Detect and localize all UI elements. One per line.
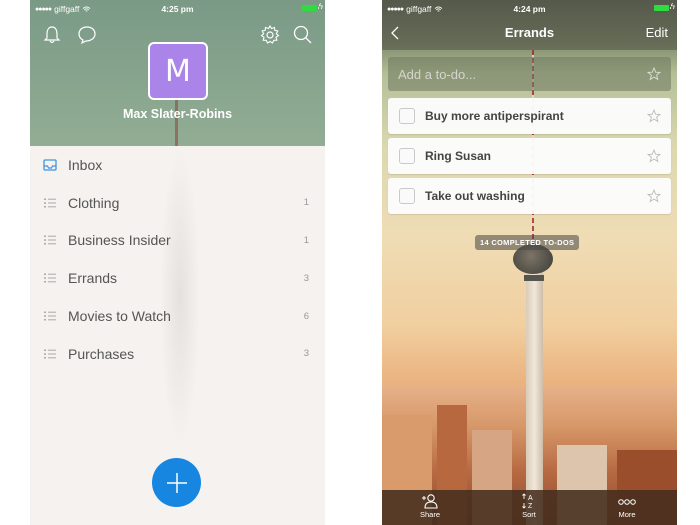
todo-item[interactable]: Take out washing: [388, 178, 671, 214]
sort-az-icon: A Z: [522, 493, 533, 509]
star-icon[interactable]: [647, 149, 661, 163]
svg-text:Z: Z: [528, 503, 533, 509]
star-icon[interactable]: [647, 109, 661, 123]
status-bar: ●●●●● giffgaff 4:25 pm ϟ: [30, 0, 325, 16]
share-label: Share: [419, 510, 440, 519]
chat-bubble-icon[interactable]: [76, 24, 98, 46]
list-icon: [44, 235, 56, 245]
sort-button[interactable]: A Z Sort: [499, 493, 559, 519]
list-item-movies-to-watch[interactable]: Movies to Watch 6: [30, 297, 325, 335]
list-label: Inbox: [68, 156, 103, 173]
bottom-toolbar: Share A Z Sort More: [382, 490, 677, 525]
list-icon: [44, 273, 56, 283]
list-count: 1: [303, 197, 309, 209]
list-label: Business Insider: [68, 232, 171, 249]
list-label: Movies to Watch: [68, 308, 171, 325]
list-count: 1: [303, 234, 309, 246]
list-label: Errands: [68, 270, 118, 287]
list-count: 6: [303, 310, 309, 322]
list-item-inbox[interactable]: Inbox: [30, 146, 325, 184]
list-title: Errands: [504, 25, 555, 40]
user-name: Max Slater-Robins: [122, 107, 233, 121]
add-list-button[interactable]: [152, 458, 201, 507]
todo-item[interactable]: Buy more antiperspirant: [388, 98, 671, 134]
todo-label: Take out washing: [425, 189, 525, 203]
gear-icon[interactable]: [259, 24, 281, 46]
battery-icon: [302, 5, 319, 11]
charging-icon: ϟ: [670, 2, 675, 11]
more-dots-icon: [618, 499, 636, 505]
errands-screen: ●●●●● giffgaff 4:24 pm ϟ Errands Edit Bu…: [382, 0, 677, 525]
add-todo-input[interactable]: [388, 57, 628, 91]
list-icon: [44, 311, 56, 321]
status-bar: ●●●●● giffgaff 4:24 pm ϟ: [382, 0, 677, 16]
nav-bar: Errands Edit: [382, 16, 677, 50]
charging-icon: ϟ: [318, 2, 323, 11]
plus-icon: [166, 472, 187, 493]
todo-checkbox[interactable]: [399, 108, 415, 124]
search-icon[interactable]: [292, 24, 314, 46]
star-icon[interactable]: [647, 189, 661, 203]
sort-label: Sort: [522, 510, 536, 519]
todo-checkbox[interactable]: [399, 188, 415, 204]
add-person-icon: [422, 494, 438, 509]
avatar[interactable]: M: [148, 42, 208, 100]
battery-icon: [654, 5, 671, 11]
tower-ring: [524, 275, 544, 281]
todo-label: Ring Susan: [425, 149, 492, 163]
list-count: 3: [303, 272, 309, 284]
profile-header: ●●●●● giffgaff 4:25 pm ϟ M Max Slater-Ro…: [30, 0, 325, 146]
bell-icon[interactable]: [41, 24, 63, 46]
todo-label: Buy more antiperspirant: [425, 109, 564, 123]
list-menu: Inbox Clothing 1 Business Insider 1 Erra…: [30, 146, 325, 373]
add-todo-field[interactable]: [388, 57, 671, 91]
list-label: Clothing: [68, 194, 120, 211]
lists-screen: ●●●●● giffgaff 4:25 pm ϟ M Max Slater-Ro…: [30, 0, 325, 525]
list-item-purchases[interactable]: Purchases 3: [30, 335, 325, 373]
status-time: 4:25 pm: [161, 4, 194, 14]
list-item-business-insider[interactable]: Business Insider 1: [30, 222, 325, 260]
tower-shaft: [526, 262, 543, 525]
list-item-clothing[interactable]: Clothing 1: [30, 184, 325, 222]
list-item-errands[interactable]: Errands 3: [30, 259, 325, 297]
svg-text:A: A: [528, 495, 533, 502]
star-icon[interactable]: [647, 67, 661, 81]
show-completed-button[interactable]: 14 COMPLETED TO-DOS: [475, 235, 580, 250]
edit-button[interactable]: Edit: [646, 25, 668, 40]
list-icon: [44, 349, 56, 359]
list-count: 3: [303, 348, 309, 360]
share-button[interactable]: Share: [400, 493, 460, 519]
todo-item[interactable]: Ring Susan: [388, 138, 671, 174]
list-label: Purchases: [68, 345, 135, 362]
inbox-icon: [43, 159, 57, 171]
more-label: More: [618, 510, 636, 519]
list-icon: [44, 198, 56, 208]
more-button[interactable]: More: [597, 493, 657, 519]
status-time: 4:24 pm: [513, 4, 546, 14]
todo-checkbox[interactable]: [399, 148, 415, 164]
